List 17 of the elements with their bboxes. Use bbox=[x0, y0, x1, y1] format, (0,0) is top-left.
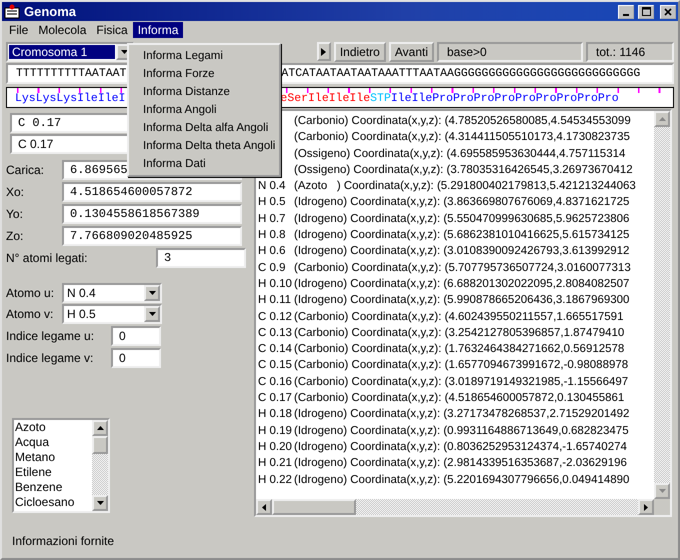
property-label: Zo: bbox=[6, 228, 24, 242]
window-title: Genoma bbox=[24, 4, 78, 19]
property-label: N° atomi legati: bbox=[6, 251, 88, 265]
index-label: Indice legame u: bbox=[6, 328, 96, 342]
index-label: Indice legame v: bbox=[6, 350, 94, 364]
base-label: base>0 bbox=[437, 42, 583, 62]
amino-acid-sequence: STP bbox=[370, 92, 391, 107]
amino-acid-sequence: IleIleProProProProProProProProPro bbox=[390, 92, 619, 107]
property-label: Carica: bbox=[6, 162, 46, 176]
selector-label: Atomo u: bbox=[6, 286, 56, 300]
selector-label: Atomo v: bbox=[6, 307, 54, 321]
property-label: Xo: bbox=[6, 184, 26, 198]
status-text: Informazioni fornite bbox=[11, 534, 116, 550]
total-label: tot.: 1146 bbox=[586, 42, 674, 62]
property-label: Yo: bbox=[6, 206, 24, 220]
amino-acid-sequence: eSerIleIleIle bbox=[280, 92, 370, 107]
amino-acid-sequence: LysLysLysIleIleI bbox=[15, 92, 126, 107]
